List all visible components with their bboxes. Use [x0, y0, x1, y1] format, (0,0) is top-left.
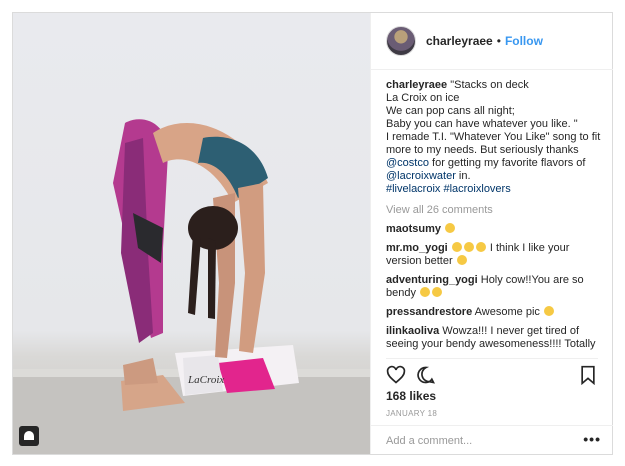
- comment-username[interactable]: ilinkaoliva: [386, 325, 439, 337]
- mention-costco-link[interactable]: @costco: [386, 157, 429, 169]
- comment-username[interactable]: mr.mo_yogi: [386, 242, 448, 254]
- clap-emoji-icon: [475, 242, 486, 252]
- comment-item: maotsumy: [386, 223, 606, 236]
- comment-item: mr.mo_yogi I think I like your version b…: [386, 242, 606, 268]
- comment-item: pressandrestore Awesome pic: [386, 306, 606, 319]
- thumbs-up-emoji-icon: [445, 223, 456, 233]
- smile-emoji-icon: [456, 255, 467, 265]
- comment-item: ilinkaoliva Wowza!!! I never get tired o…: [386, 325, 606, 351]
- raised-hands-emoji-icon: [432, 287, 443, 297]
- post-side-panel: charleyraee • Follow charleyraee "Stacks…: [370, 13, 613, 454]
- caption-end: in.: [455, 170, 471, 182]
- heart-icon[interactable]: [386, 365, 406, 385]
- likes-count[interactable]: 168 likes: [386, 389, 436, 403]
- post-photo[interactable]: LaCroix: [13, 13, 370, 454]
- user-tag-icon[interactable]: [19, 426, 39, 446]
- yoga-photo-illustration: LaCroix: [13, 119, 370, 454]
- mention-lacroix-link[interactable]: @lacroixwater: [386, 170, 456, 182]
- clap-emoji-icon: [463, 242, 474, 252]
- more-options-button[interactable]: •••: [583, 431, 601, 447]
- comment-username[interactable]: adventuring_yogi: [386, 274, 478, 286]
- add-comment-input[interactable]: Add a comment...: [386, 435, 472, 447]
- caption-username[interactable]: charleyraee: [386, 79, 447, 91]
- box-logo: LaCroix: [187, 374, 224, 386]
- comment-icon[interactable]: [416, 365, 436, 385]
- raised-hands-emoji-icon: [420, 287, 431, 297]
- header-username[interactable]: charleyraee: [426, 34, 493, 48]
- bookmark-icon[interactable]: [578, 365, 598, 385]
- comments-section: charleyraee "Stacks on deck La Croix on …: [386, 79, 606, 359]
- comment-text: Awesome pic: [474, 306, 540, 318]
- post-actions-bar: [386, 358, 598, 385]
- post-date: JANUARY 18: [386, 409, 438, 418]
- hashtags-link[interactable]: #livelacroix #lacroixlovers: [386, 183, 511, 195]
- caption-mid: for getting my favorite flavors of: [428, 157, 586, 169]
- comment-username[interactable]: pressandrestore: [386, 306, 472, 318]
- post-header: charleyraee • Follow: [371, 13, 613, 70]
- avatar[interactable]: [386, 26, 416, 56]
- add-comment-bar: Add a comment... •••: [371, 425, 613, 454]
- post-caption: charleyraee "Stacks on deck La Croix on …: [386, 79, 606, 196]
- comment-item: adventuring_yogi Holy cow!!You are so be…: [386, 274, 606, 300]
- header-separator: •: [496, 34, 501, 48]
- comment-username[interactable]: maotsumy: [386, 223, 441, 235]
- smile-emoji-icon: [543, 306, 554, 316]
- post-frame: LaCroix charleyraee • Follow charleyraee…: [12, 12, 613, 455]
- clap-emoji-icon: [451, 242, 462, 252]
- view-all-comments-link[interactable]: View all 26 comments: [386, 204, 606, 217]
- follow-button[interactable]: Follow: [505, 34, 543, 48]
